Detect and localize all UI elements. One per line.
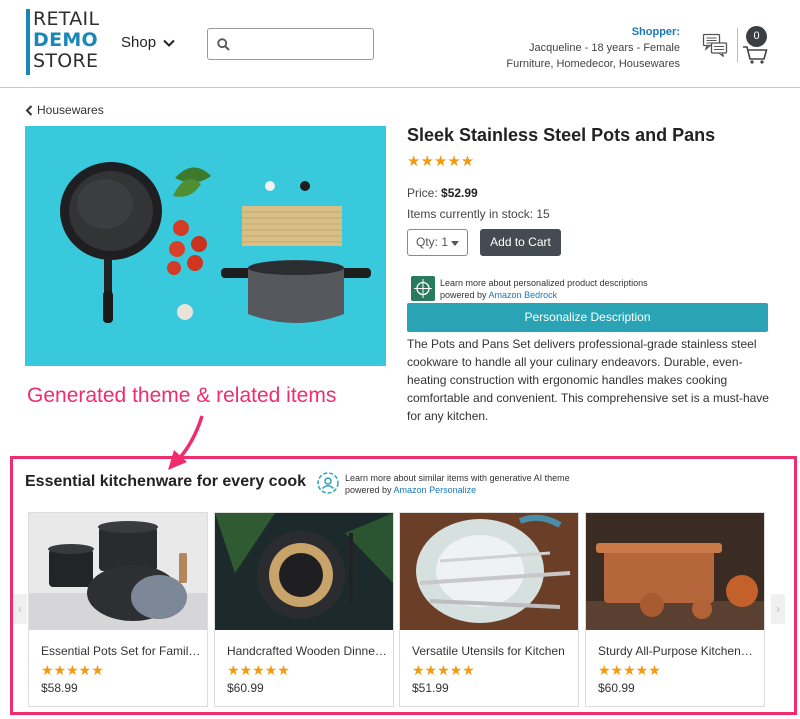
bedrock-note-text: Learn more about personalized product de…: [440, 278, 648, 288]
shopper-interests: Furniture, Homedecor, Housewares: [506, 58, 680, 70]
related-item-image: [29, 513, 207, 630]
chevron-left-icon: [25, 104, 33, 116]
search-icon: [217, 38, 230, 51]
cart-count-badge: 0: [746, 26, 767, 47]
top-header: RETAIL DEMO STORE Shop Shopper: Jacqueli…: [0, 0, 800, 88]
search-box: [207, 28, 374, 60]
product-description: The Pots and Pans Set delivers professio…: [407, 337, 769, 423]
search-input[interactable]: [236, 33, 370, 55]
stock-info: Items currently in stock: 15: [407, 207, 550, 221]
bedrock-logo-icon: [411, 276, 435, 301]
related-item-price: $60.99: [227, 681, 264, 695]
related-item-name: Versatile Utensils for Kitchen: [412, 644, 565, 658]
shopper-profile: Jacqueline - 18 years - Female: [528, 42, 680, 54]
related-item-name: Sturdy All-Purpose Kitchenware: [598, 644, 758, 658]
bedrock-note: Learn more about personalized product de…: [440, 277, 648, 301]
related-item-price: $60.99: [598, 681, 635, 695]
breadcrumb-label: Housewares: [37, 103, 104, 117]
personalize-powered-by: powered by: [345, 485, 392, 495]
add-to-cart-button[interactable]: Add to Cart: [480, 229, 561, 256]
personalize-note: Learn more about similar items with gene…: [345, 472, 570, 496]
chevron-down-icon: [163, 39, 175, 47]
related-item-card[interactable]: Essential Pots Set for Families ★★★★★ $5…: [28, 512, 208, 707]
bedrock-link[interactable]: Amazon Bedrock: [489, 290, 558, 300]
related-item-stars: ★★★★★: [598, 662, 661, 678]
price-value: $52.99: [441, 186, 478, 200]
header-divider: [737, 28, 738, 62]
related-item-stars: ★★★★★: [41, 662, 104, 678]
bedrock-powered-by: powered by: [440, 290, 487, 300]
related-item-stars: ★★★★★: [412, 662, 475, 678]
related-item-image: [400, 513, 578, 630]
related-item-name: Essential Pots Set for Families: [41, 644, 201, 658]
price-label: Price:: [407, 186, 438, 200]
caret-down-icon: [451, 241, 459, 246]
personalize-logo-icon: [317, 472, 339, 494]
related-item-card[interactable]: Versatile Utensils for Kitchen ★★★★★ $51…: [399, 512, 579, 707]
bedrock-info: Learn more about personalized product de…: [411, 274, 761, 304]
related-item-image: [215, 513, 393, 630]
logo-line-store: STORE: [33, 50, 99, 72]
shopper-label: Shopper:: [631, 26, 680, 38]
product-rating-stars: ★★★★★: [407, 153, 475, 170]
carousel-next-button[interactable]: ›: [771, 594, 785, 624]
logo-line-retail: RETAIL: [33, 8, 100, 30]
personalize-description-button[interactable]: Personalize Description: [407, 303, 768, 332]
quantity-value: Qty: 1: [416, 235, 449, 249]
amazon-personalize-link[interactable]: Amazon Personalize: [394, 485, 477, 495]
product-price: Price: $52.99: [407, 186, 478, 200]
chat-icon[interactable]: [702, 32, 728, 58]
shop-menu-button[interactable]: Shop: [121, 34, 176, 51]
carousel-prev-button[interactable]: ‹: [13, 594, 27, 624]
related-item-price: $58.99: [41, 681, 78, 695]
breadcrumb-back-link[interactable]: Housewares: [25, 103, 104, 117]
product-title: Sleek Stainless Steel Pots and Pans: [407, 125, 716, 145]
personalize-note-text: Learn more about similar items with gene…: [345, 473, 570, 483]
product-photo-illustration: [25, 126, 386, 366]
related-item-name: Handcrafted Wooden Dinnerware: [227, 644, 387, 658]
related-items-title: Essential kitchenware for every cook: [25, 473, 307, 490]
shopper-info[interactable]: Shopper: Jacqueline - 18 years - Female …: [506, 24, 680, 72]
related-item-price: $51.99: [412, 681, 449, 695]
shop-menu-label: Shop: [121, 34, 157, 51]
logo-line-demo: DEMO: [33, 29, 99, 51]
related-item-image: [586, 513, 764, 630]
related-item-stars: ★★★★★: [227, 662, 290, 678]
related-item-card[interactable]: Sturdy All-Purpose Kitchenware ★★★★★ $60…: [585, 512, 765, 707]
related-item-card[interactable]: Handcrafted Wooden Dinnerware ★★★★★ $60.…: [214, 512, 394, 707]
product-image: [25, 126, 386, 366]
annotation-label: Generated theme & related items: [27, 384, 337, 407]
store-logo[interactable]: RETAIL DEMO STORE: [26, 9, 99, 75]
quantity-select[interactable]: Qty: 1: [407, 229, 468, 256]
